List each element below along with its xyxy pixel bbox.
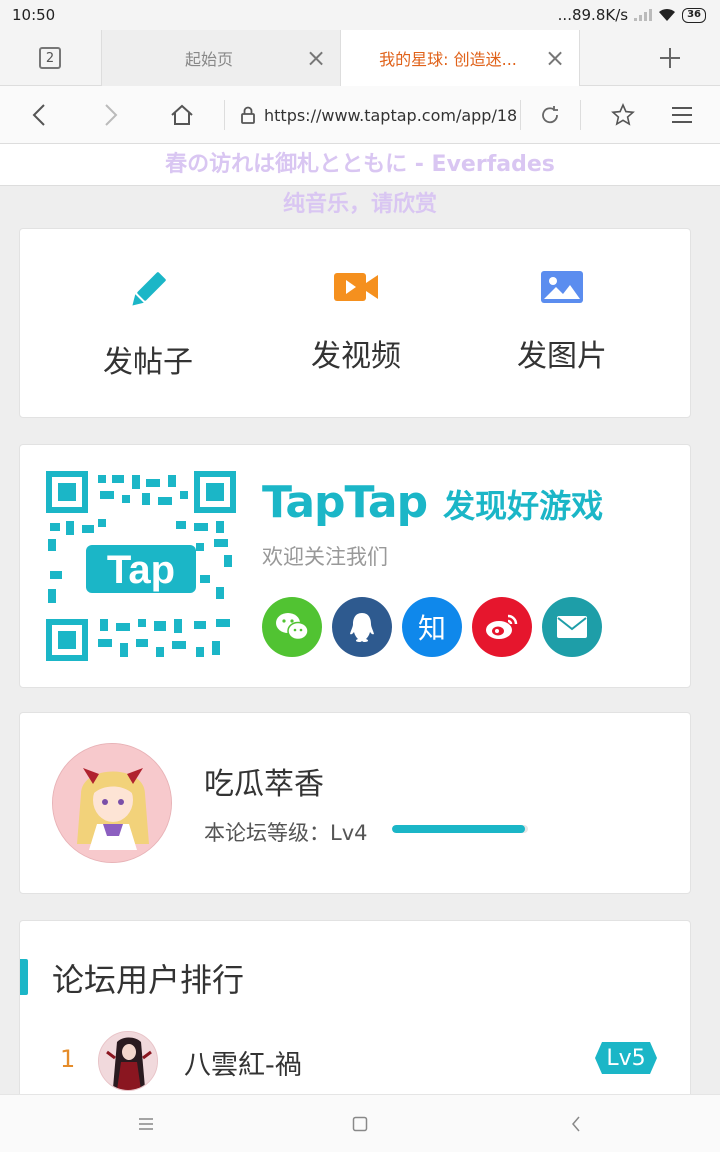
avatar-image: [53, 744, 171, 862]
tab-switcher-button[interactable]: 2: [0, 30, 100, 86]
user-profile-card: 吃瓜萃香 本论坛等级：Lv4: [19, 712, 691, 894]
wechat-button[interactable]: [262, 597, 322, 657]
chevron-left-icon: [572, 1116, 580, 1132]
post-video-button[interactable]: 发视频: [256, 267, 456, 375]
picture-icon: [541, 271, 583, 303]
weibo-icon: [486, 614, 518, 639]
close-tab-icon[interactable]: ×: [543, 44, 567, 72]
hamburger-menu-icon: [672, 107, 692, 123]
menu-icon: [139, 1118, 153, 1130]
browser-tab-active[interactable]: 我的星球: 创造迷... ×: [340, 30, 580, 86]
battery-icon: 36: [682, 7, 706, 23]
post-video-label: 发视频: [311, 339, 401, 374]
section-accent-bar: [20, 959, 28, 995]
page-content: 春の访れは御札とともに - Everfades 纯音乐，请欣赏 发帖子 发视频 …: [0, 144, 720, 1094]
post-image-label: 发图片: [517, 339, 607, 374]
toolbar-divider: [224, 100, 225, 130]
back-nav-button[interactable]: [546, 1095, 606, 1152]
wechat-icon: [276, 613, 309, 641]
email-button[interactable]: [542, 597, 602, 657]
level-badge: Lv5: [594, 1041, 658, 1075]
taptap-brand: TapTap 发现好游戏: [262, 477, 603, 528]
status-time: 10:50: [12, 6, 56, 24]
chevron-left-icon: [32, 104, 45, 126]
profile-username: 吃瓜萃香: [204, 767, 324, 802]
qq-button[interactable]: [332, 597, 392, 657]
reload-button[interactable]: [522, 86, 578, 144]
status-indicators: ...89.8K/s 36: [558, 6, 706, 24]
zhihu-icon: 知: [417, 612, 446, 645]
post-thread-label: 发帖子: [103, 345, 193, 380]
rank-username: 八雲紅-禍: [184, 1050, 302, 1081]
pencil-icon: [132, 272, 166, 306]
tab-count: 2: [39, 47, 61, 69]
profile-level-text: 本论坛等级：Lv4: [204, 821, 368, 845]
level-progress-bar: [392, 825, 528, 833]
home-nav-button[interactable]: [330, 1095, 390, 1152]
brand-name: TapTap: [262, 477, 428, 528]
signal-icon: [634, 9, 653, 21]
reload-icon: [542, 106, 558, 124]
post-actions-card: 发帖子 发视频 发图片: [19, 228, 691, 418]
toolbar-divider: [520, 100, 521, 130]
url-text: https://www.taptap.com/app/183: [264, 105, 516, 125]
browser-toolbar: https://www.taptap.com/app/183: [0, 86, 720, 144]
toolbar-divider: [580, 100, 581, 130]
bookmark-button[interactable]: [594, 86, 652, 144]
follow-us-text: 欢迎关注我们: [262, 545, 388, 569]
forward-button[interactable]: [72, 86, 150, 144]
chevron-right-icon: [105, 104, 118, 126]
home-icon: [171, 104, 193, 125]
avatar[interactable]: [52, 743, 172, 863]
brand-slogan: 发现好游戏: [443, 487, 604, 525]
music-overlay-subtitle: 纯音乐，请欣赏: [282, 192, 437, 217]
weibo-button[interactable]: [472, 597, 532, 657]
avatar[interactable]: [98, 1031, 158, 1091]
level-badge-label: Lv5: [606, 1045, 646, 1071]
plus-icon: [660, 48, 680, 68]
email-icon: [557, 616, 587, 638]
video-camera-icon: [334, 273, 378, 301]
avatar-image: [99, 1032, 157, 1090]
post-thread-button[interactable]: 发帖子: [48, 267, 248, 381]
wifi-icon: [659, 8, 676, 21]
zhihu-button[interactable]: 知: [402, 597, 462, 657]
menu-button[interactable]: [654, 86, 710, 144]
new-tab-button[interactable]: [620, 30, 720, 86]
status-bar: 10:50 ...89.8K/s 36: [0, 0, 720, 30]
close-tab-icon[interactable]: ×: [304, 44, 328, 72]
ranking-row[interactable]: 1 八雲紅-禍 Lv5: [20, 1029, 690, 1093]
forum-ranking-card: 论坛用户排行 1 八雲紅-禍 Lv5: [19, 920, 691, 1094]
qr-logo-text: Tap: [107, 548, 175, 592]
post-image-button[interactable]: 发图片: [462, 267, 662, 375]
system-navigation-bar: [0, 1094, 720, 1152]
tab-title: 我的星球: 创造迷...: [379, 50, 517, 69]
back-button[interactable]: [0, 86, 78, 144]
social-links: 知: [262, 597, 602, 657]
tab-title: 起始页: [184, 50, 233, 69]
home-button[interactable]: [144, 86, 220, 144]
star-icon: [611, 103, 635, 126]
browser-tab-strip: 2 起始页 × 我的星球: 创造迷... ×: [0, 30, 720, 86]
rank-number: 1: [60, 1045, 76, 1073]
taptap-promo-card: Tap TapTap 发现好游戏 欢迎关注我们 知: [19, 444, 691, 688]
level-progress-fill: [392, 825, 526, 833]
network-speed: ...89.8K/s: [557, 6, 629, 24]
address-bar[interactable]: https://www.taptap.com/app/183: [240, 86, 516, 144]
lock-icon: [241, 106, 255, 124]
square-icon: [352, 1116, 368, 1132]
music-overlay-title: 春の访れは御札とともに - Everfades: [165, 152, 555, 177]
recent-apps-button[interactable]: [116, 1095, 176, 1152]
qr-code: Tap: [46, 471, 236, 661]
browser-tab[interactable]: 起始页 ×: [101, 30, 340, 86]
qq-icon: [350, 613, 374, 642]
ranking-title: 论坛用户排行: [52, 961, 245, 999]
